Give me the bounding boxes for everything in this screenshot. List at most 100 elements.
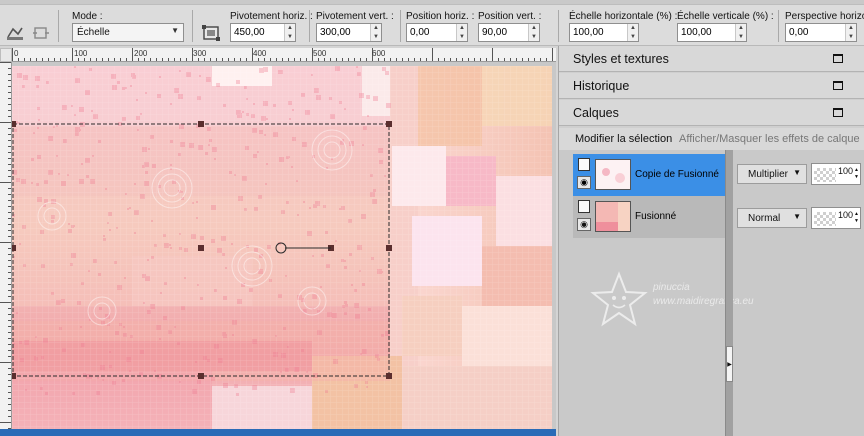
layers-toolbar: Modifier la sélection Afficher/Masquer l… xyxy=(559,128,864,150)
position-y-stepper[interactable]: ▲ ▼ xyxy=(528,24,539,41)
ruler-ticks xyxy=(12,48,553,61)
layer-item[interactable]: ◉ Copie de Fusionné xyxy=(573,154,725,196)
watermark: pinuccia www.maidiregrafica.eu xyxy=(589,270,829,330)
pivot-x-input[interactable]: 450,00 ▲ ▼ xyxy=(230,23,296,42)
perspective-x-input[interactable]: 0,00 ▲ ▼ xyxy=(785,23,857,42)
modify-selection-button[interactable]: Modifier la sélection xyxy=(575,133,672,145)
blend-mode-select[interactable]: Normal ▼ xyxy=(737,208,807,228)
scale-y-stepper[interactable]: ▲ ▼ xyxy=(735,24,746,41)
toolbar-separator xyxy=(309,10,310,42)
scale-y-input[interactable]: 100,00 ▲ ▼ xyxy=(677,23,747,42)
blend-mode-value: Normal xyxy=(748,213,781,224)
blend-mode-select[interactable]: Multiplier ▼ xyxy=(737,164,807,184)
eye-icon[interactable]: ◉ xyxy=(577,218,591,231)
mode-label: Mode : xyxy=(72,11,103,22)
opacity-stepper[interactable]: ▲ ▼ xyxy=(854,167,859,181)
position-x-value: 0,00 xyxy=(410,27,430,38)
ruler-label: 100 xyxy=(74,49,88,58)
reset-icon[interactable] xyxy=(30,22,52,44)
position-x-label: Position horiz. : xyxy=(406,11,475,22)
layers-panel-header[interactable]: Calques xyxy=(559,100,864,126)
layer-visibility: ◉ xyxy=(577,158,591,192)
ruler-label: 0 xyxy=(14,49,19,58)
pivot-x-label: Pivotement horiz. : xyxy=(230,11,313,22)
opacity-value: 100 xyxy=(838,210,854,220)
blend-mode-value: Multiplier xyxy=(748,169,789,180)
toolbar-separator xyxy=(192,10,193,42)
scale-x-value: 100,00 xyxy=(573,27,604,38)
eye-icon[interactable]: ◉ xyxy=(577,176,591,189)
pivot-y-input[interactable]: 300,00 ▲ ▼ xyxy=(316,23,382,42)
toolbar-separator xyxy=(558,10,559,42)
pivot-x-stepper[interactable]: ▲ ▼ xyxy=(284,24,295,41)
ruler-label: 200 xyxy=(134,49,148,58)
horizontal-ruler[interactable]: 0 100 200 300 400 500 600 xyxy=(12,48,556,62)
layer-visibility: ◉ xyxy=(577,200,591,234)
layers-panel-title: Calques xyxy=(573,106,619,120)
position-y-label: Position vert. : xyxy=(478,11,542,22)
toolbar-separator xyxy=(58,10,59,42)
scale-x-stepper[interactable]: ▲ ▼ xyxy=(627,24,638,41)
scale-x-label: Échelle horizontale (%) : xyxy=(569,11,678,22)
maximize-icon[interactable] xyxy=(833,108,843,117)
pivot-y-value: 300,00 xyxy=(320,27,351,38)
ruler-label: 400 xyxy=(253,49,267,58)
pivot-x-value: 450,00 xyxy=(234,27,265,38)
tool-options-bar: Mode : Échelle ▼ Pivotement horiz. : 450… xyxy=(0,0,864,46)
layer-thumbnail xyxy=(595,159,631,190)
chevron-down-icon: ▼ xyxy=(793,168,801,177)
layer-name: Fusionné xyxy=(635,211,677,222)
position-y-input[interactable]: 90,00 ▲ ▼ xyxy=(478,23,540,42)
layer-type-icon xyxy=(578,200,590,213)
transform-frame[interactable] xyxy=(12,66,552,430)
ruler-label: 300 xyxy=(193,49,207,58)
ruler-ticks xyxy=(0,62,11,435)
scale-y-value: 100,00 xyxy=(681,27,712,38)
pivot-y-stepper[interactable]: ▲ ▼ xyxy=(370,24,381,41)
edit-selection-icon[interactable] xyxy=(200,22,222,44)
ruler-corner xyxy=(0,48,12,62)
side-panels: Styles et textures Historique Calques Mo… xyxy=(558,46,864,436)
splitter-grip[interactable]: ▶ xyxy=(726,346,733,382)
maximize-icon[interactable] xyxy=(833,54,843,63)
toolbar-separator xyxy=(400,10,401,42)
maximize-icon[interactable] xyxy=(833,81,843,90)
position-x-stepper[interactable]: ▲ ▼ xyxy=(456,24,467,41)
watermark-text: pinuccia xyxy=(653,282,690,293)
perspective-x-stepper[interactable]: ▲ ▼ xyxy=(845,24,856,41)
position-y-value: 90,00 xyxy=(482,27,508,38)
mode-select-value: Échelle xyxy=(77,27,110,38)
scale-y-label: Échelle verticale (%) : xyxy=(677,11,774,22)
opacity-field[interactable]: 100 ▲ ▼ xyxy=(811,207,861,229)
perspective-x-label: Perspective horizon xyxy=(785,11,864,22)
layers-list: ◉ Copie de Fusionné ◉ Fusionné pinuccia … xyxy=(559,150,864,436)
layer-thumbnail xyxy=(595,201,631,232)
scale-x-input[interactable]: 100,00 ▲ ▼ xyxy=(569,23,639,42)
layer-type-icon xyxy=(578,158,590,171)
preset-icon[interactable] xyxy=(4,22,26,44)
pivot-y-label: Pivotement vert. : xyxy=(316,11,394,22)
watermark-url: www.maidiregrafica.eu xyxy=(653,296,754,307)
perspective-x-value: 0,00 xyxy=(789,27,809,38)
vertical-ruler[interactable] xyxy=(0,62,12,436)
chevron-down-icon: ▼ xyxy=(793,212,801,221)
image-canvas[interactable] xyxy=(12,66,552,430)
opacity-field[interactable]: 100 ▲ ▼ xyxy=(811,163,861,185)
opacity-value: 100 xyxy=(838,166,854,176)
toolbar-top-strip xyxy=(0,0,864,5)
toolbar-separator xyxy=(778,10,779,42)
star-logo-icon xyxy=(590,271,648,327)
opacity-stepper[interactable]: ▲ ▼ xyxy=(854,211,859,225)
layers-splitter[interactable]: ▶ xyxy=(725,150,733,436)
styles-panel-header[interactable]: Styles et textures xyxy=(559,46,864,72)
ruler-label: 600 xyxy=(372,49,386,58)
styles-panel-title: Styles et textures xyxy=(573,52,669,66)
layer-item[interactable]: ◉ Fusionné xyxy=(573,196,725,238)
mode-select[interactable]: Échelle ▼ xyxy=(72,23,184,42)
history-panel-header[interactable]: Historique xyxy=(559,73,864,99)
position-x-input[interactable]: 0,00 ▲ ▼ xyxy=(406,23,468,42)
taskbar-strip xyxy=(0,429,556,436)
show-hide-effects-button[interactable]: Afficher/Masquer les effets de calque xyxy=(679,133,860,145)
layer-name: Copie de Fusionné xyxy=(635,169,719,180)
ruler-label: 500 xyxy=(313,49,327,58)
